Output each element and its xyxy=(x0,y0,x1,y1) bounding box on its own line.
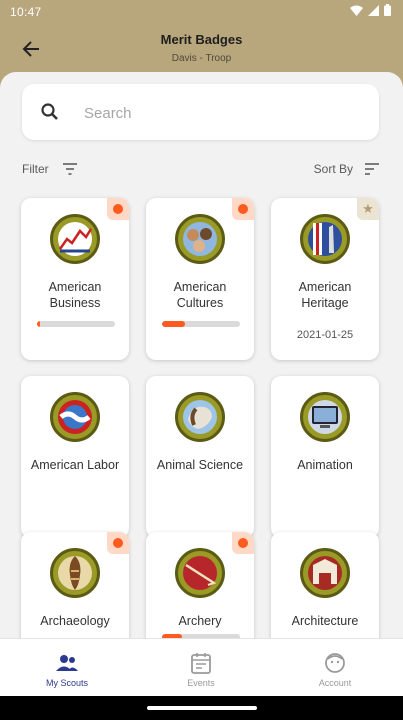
sort-icon xyxy=(365,163,379,175)
animal-science-emblem-icon xyxy=(175,392,225,442)
completed-flag: ★ xyxy=(357,198,379,220)
badge-card-american-business[interactable]: American Business xyxy=(21,198,129,360)
completion-date: 2021-01-25 xyxy=(296,329,354,341)
calendar-icon xyxy=(191,653,211,674)
filter-icon xyxy=(62,163,77,175)
system-icons xyxy=(350,4,391,16)
in-progress-flag xyxy=(107,198,129,220)
in-progress-flag xyxy=(232,198,254,220)
filter-label: Filter xyxy=(22,162,49,176)
badge-progress xyxy=(37,321,115,327)
scouts-icon xyxy=(56,655,78,671)
badge-name: American Labor xyxy=(30,458,120,472)
nav-label: My Scouts xyxy=(45,678,88,688)
wifi-icon xyxy=(350,5,363,16)
account-icon xyxy=(325,653,345,673)
badge-card-archery[interactable]: Archery xyxy=(146,532,254,638)
page-title: Merit Badges xyxy=(160,32,243,47)
badge-card-animal-science[interactable]: Animal Science xyxy=(146,376,254,538)
badge-card-architecture[interactable]: Architecture xyxy=(271,532,379,638)
american-labor-emblem-icon xyxy=(50,392,100,442)
nav-label: Events xyxy=(187,678,215,688)
badge-name: Archery xyxy=(178,614,222,628)
nav-my-scouts[interactable]: My Scouts xyxy=(0,639,134,697)
nav-label: Account xyxy=(318,678,352,688)
architecture-emblem-icon xyxy=(300,548,350,598)
animation-emblem-icon xyxy=(300,392,350,442)
badge-name: American Business xyxy=(48,280,102,310)
status-bar: 10:47 xyxy=(0,0,403,24)
search-input[interactable] xyxy=(82,100,366,126)
home-indicator[interactable] xyxy=(147,706,257,710)
in-progress-flag xyxy=(107,532,129,554)
bottom-nav: My Scouts Events Account xyxy=(0,638,403,697)
badge-progress xyxy=(162,321,240,327)
app-bar: Merit Badges Davis - Troop xyxy=(0,24,403,76)
status-dot-icon xyxy=(238,204,248,214)
filter-bar: Filter Sort By xyxy=(22,162,379,182)
progress-fill xyxy=(37,321,41,327)
sort-button[interactable]: Sort By xyxy=(314,162,379,176)
american-cultures-emblem-icon xyxy=(175,214,225,264)
badge-name: Architecture xyxy=(291,614,359,628)
page-subtitle: Davis - Troop xyxy=(171,53,232,64)
battery-icon xyxy=(384,4,391,16)
nav-account[interactable]: Account xyxy=(268,639,402,697)
badge-name: Animation xyxy=(297,458,353,472)
progress-fill xyxy=(162,321,186,327)
search-box[interactable] xyxy=(22,84,379,140)
signal-icon xyxy=(368,4,379,16)
badge-card-american-heritage[interactable]: ★ American Heritage 2021-01-25 xyxy=(271,198,379,360)
sort-label: Sort By xyxy=(313,162,353,176)
badge-name: Archaeology xyxy=(40,614,110,628)
content-sheet: Filter Sort By American Business xyxy=(0,72,403,638)
status-dot-icon xyxy=(238,538,248,548)
nav-events[interactable]: Events xyxy=(134,639,268,697)
in-progress-flag xyxy=(232,532,254,554)
status-time: 10:47 xyxy=(10,5,42,19)
status-dot-icon xyxy=(113,204,123,214)
archaeology-emblem-icon xyxy=(50,548,100,598)
system-nav-bar xyxy=(0,696,403,720)
badge-name: American Cultures xyxy=(173,280,227,310)
badge-card-animation[interactable]: Animation xyxy=(271,376,379,538)
badge-name: Animal Science xyxy=(156,458,244,472)
american-business-emblem-icon xyxy=(50,214,100,264)
american-heritage-emblem-icon xyxy=(300,214,350,264)
archery-emblem-icon xyxy=(175,548,225,598)
filter-button[interactable]: Filter xyxy=(22,162,77,176)
badge-name: American Heritage xyxy=(298,280,352,310)
badge-card-american-labor[interactable]: American Labor xyxy=(21,376,129,538)
badge-card-american-cultures[interactable]: American Cultures xyxy=(146,198,254,360)
star-icon: ★ xyxy=(362,201,374,216)
status-dot-icon xyxy=(113,538,123,548)
badge-card-archaeology[interactable]: Archaeology xyxy=(21,532,129,638)
search-icon xyxy=(41,103,58,120)
